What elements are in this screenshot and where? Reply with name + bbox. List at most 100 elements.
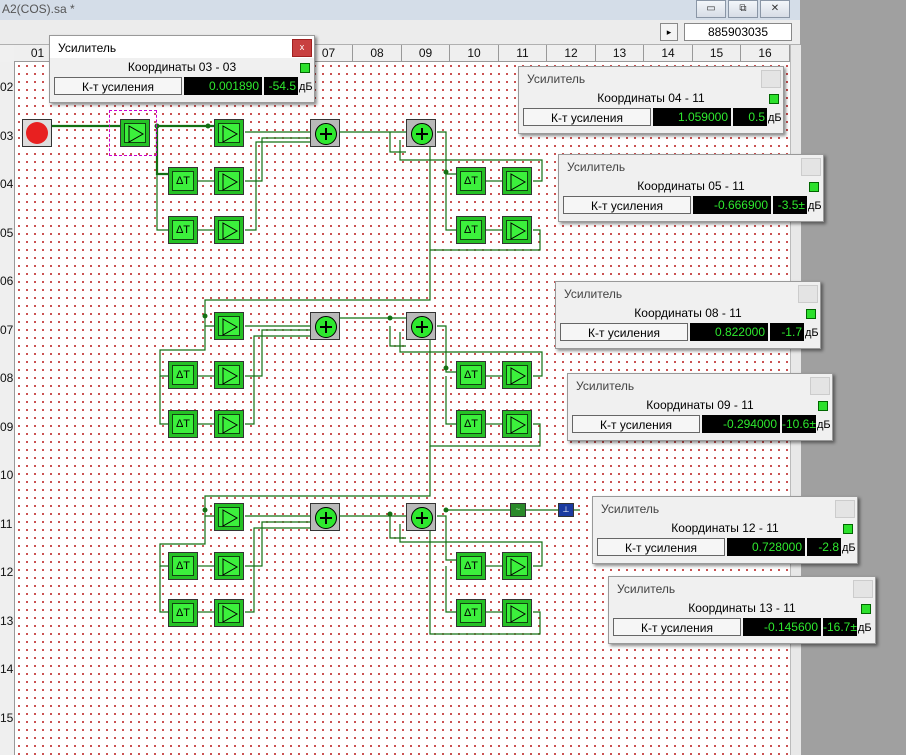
amplifier-block[interactable] — [502, 216, 532, 244]
delay-block[interactable]: ΔT — [456, 410, 486, 438]
summator-block[interactable] — [406, 312, 436, 340]
gain-db-input[interactable]: -10.6± — [782, 415, 816, 433]
close-icon[interactable]: x — [292, 39, 312, 57]
delay-block[interactable]: ΔT — [168, 410, 198, 438]
coordinates-label: Координаты 03 - 03 — [127, 60, 237, 74]
gain-label-button[interactable]: К-т усиления — [54, 77, 182, 95]
amplifier-block[interactable] — [214, 167, 244, 195]
summator-block[interactable] — [310, 312, 340, 340]
amplifier-properties-panel[interactable]: Усилитель Координаты 09 - 11 К-т усиления -… — [567, 373, 833, 441]
amplifier-block[interactable] — [120, 119, 150, 147]
summator-block[interactable] — [310, 119, 340, 147]
gain-value-input[interactable]: 1.059000 — [653, 108, 731, 126]
db-unit-label: дБ — [858, 622, 872, 634]
panel-title-bar[interactable]: Усилитель — [609, 577, 875, 599]
delay-block[interactable]: ΔT — [456, 167, 486, 195]
gain-value-input[interactable]: 0.728000 — [727, 538, 805, 556]
amplifier-block[interactable] — [502, 552, 532, 580]
amplifier-block[interactable] — [214, 599, 244, 627]
delay-block[interactable]: ΔT — [456, 216, 486, 244]
summator-block[interactable] — [310, 503, 340, 531]
amplifier-block[interactable] — [214, 503, 244, 531]
gain-label-button[interactable]: К-т усиления — [597, 538, 725, 556]
amplifier-block[interactable] — [214, 119, 244, 147]
summator-block[interactable] — [406, 503, 436, 531]
amplifier-properties-panel[interactable]: Усилитель Координаты 04 - 11 К-т усиления 1… — [518, 66, 784, 134]
gain-label-button[interactable]: К-т усиления — [560, 323, 688, 341]
delay-block[interactable]: ΔT — [456, 599, 486, 627]
delay-block[interactable]: ΔT — [168, 167, 198, 195]
panel-title-bar[interactable]: Усилитель — [519, 67, 783, 89]
output-block[interactable]: ⊥ — [558, 503, 574, 517]
delay-label: ΔT — [460, 365, 482, 385]
close-icon[interactable] — [798, 285, 818, 303]
delay-block[interactable]: ΔT — [168, 361, 198, 389]
plus-icon — [315, 507, 337, 529]
status-led — [769, 94, 779, 104]
gain-db-input[interactable]: -2.8 — [807, 538, 841, 556]
triangle-icon — [510, 173, 527, 191]
status-led — [300, 63, 310, 73]
amplifier-block[interactable] — [214, 312, 244, 340]
gain-label-button[interactable]: К-т усиления — [572, 415, 700, 433]
gain-value-input[interactable]: -0.294000 — [702, 415, 780, 433]
amplifier-properties-panel[interactable]: Усилитель Координаты 08 - 11 К-т усиления 0… — [555, 281, 821, 349]
delay-block[interactable]: ΔT — [168, 216, 198, 244]
delay-block[interactable]: ΔT — [456, 361, 486, 389]
amplifier-properties-panel[interactable]: Усилитель Координаты 12 - 11 К-т усиления 0… — [592, 496, 858, 564]
delay-block[interactable]: ΔT — [456, 552, 486, 580]
plus-icon — [315, 316, 337, 338]
coordinates-label: Координаты 05 - 11 — [637, 179, 745, 193]
coordinates-label: Координаты 08 - 11 — [634, 306, 742, 320]
close-icon[interactable] — [761, 70, 781, 88]
delay-block[interactable]: ΔT — [168, 599, 198, 627]
gain-value-input[interactable]: -0.145600 — [743, 618, 821, 636]
plus-icon — [411, 123, 433, 145]
panel-title-bar[interactable]: Усилитель — [559, 155, 823, 177]
amplifier-block[interactable] — [502, 599, 532, 627]
panel-title-bar[interactable]: Усилитель — [593, 497, 857, 519]
status-led — [861, 604, 871, 614]
delay-label: ΔT — [460, 556, 482, 576]
panel-title-bar[interactable]: Усилитель — [556, 282, 820, 304]
gain-label-button[interactable]: К-т усиления — [563, 196, 691, 214]
gain-value-input[interactable]: 0.001890 — [184, 77, 262, 95]
pulse-source-block[interactable] — [22, 119, 52, 147]
amplifier-properties-panel[interactable]: Усилитель x Координаты 03 - 03 К-т усиления… — [49, 35, 315, 103]
panel-title-bar[interactable]: Усилитель x — [50, 36, 314, 58]
gain-label-button[interactable]: К-т усиления — [523, 108, 651, 126]
summator-block[interactable] — [406, 119, 436, 147]
close-icon[interactable] — [810, 377, 830, 395]
amplifier-block[interactable] — [214, 410, 244, 438]
amplifier-properties-panel[interactable]: Усилитель Координаты 05 - 11 К-т усиления -… — [558, 154, 824, 222]
gain-db-input[interactable]: -3.5± — [773, 196, 807, 214]
plus-icon — [411, 316, 433, 338]
gain-value-input[interactable]: -0.666900 — [693, 196, 771, 214]
triangle-icon — [222, 558, 239, 576]
db-unit-label: дБ — [768, 112, 782, 124]
coordinates-label: Координаты 09 - 11 — [646, 398, 754, 412]
amplifier-block[interactable] — [502, 167, 532, 195]
close-icon[interactable] — [835, 500, 855, 518]
gain-db-input[interactable]: -16.7± — [823, 618, 857, 636]
amplifier-block[interactable] — [214, 216, 244, 244]
status-led — [818, 401, 828, 411]
close-icon[interactable] — [801, 158, 821, 176]
panel-title-bar[interactable]: Усилитель — [568, 374, 832, 396]
amplifier-block[interactable] — [502, 361, 532, 389]
gain-db-input[interactable]: 0.5 — [733, 108, 767, 126]
gain-db-input[interactable]: -1.7 — [770, 323, 804, 341]
delay-block[interactable]: ΔT — [168, 552, 198, 580]
amplifier-block[interactable] — [214, 361, 244, 389]
db-unit-label: дБ — [805, 327, 819, 339]
gain-db-input[interactable]: -54.5 — [264, 77, 298, 95]
close-icon[interactable] — [853, 580, 873, 598]
panel-title: Усилитель — [601, 502, 660, 516]
amplifier-properties-panel[interactable]: Усилитель Координаты 13 - 11 К-т усиления -… — [608, 576, 876, 644]
gain-value-input[interactable]: 0.822000 — [690, 323, 768, 341]
amplifier-block[interactable] — [214, 552, 244, 580]
amplifier-block[interactable] — [502, 410, 532, 438]
filter-block[interactable]: ~ — [510, 503, 526, 517]
panel-title: Усилитель — [576, 379, 635, 393]
gain-label-button[interactable]: К-т усиления — [613, 618, 741, 636]
